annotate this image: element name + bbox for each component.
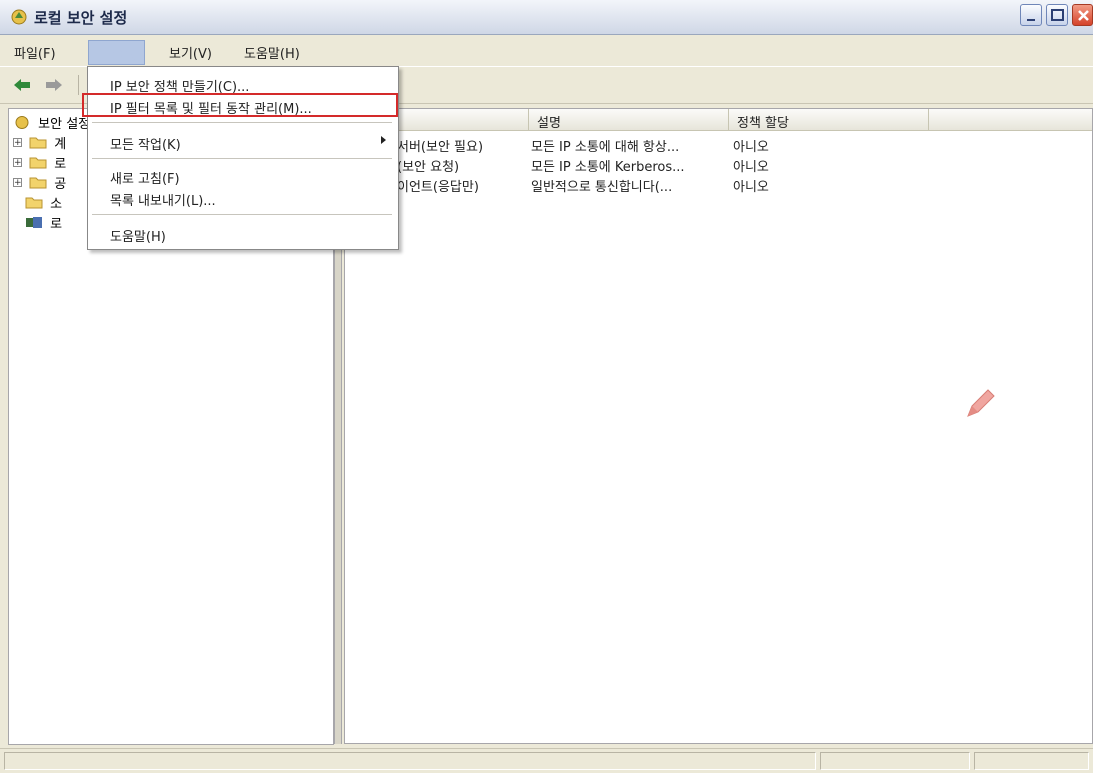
menu-separator: [92, 122, 392, 123]
tree-item-4[interactable]: 소: [25, 193, 62, 213]
row-3-name[interactable]: 이언트(응답만): [397, 176, 479, 195]
row-2-description: 모든 IP 소통에 Kerberos...: [531, 160, 685, 175]
menu-help[interactable]: 도움말(H): [238, 41, 306, 64]
menu-separator: [92, 214, 392, 215]
menu-view[interactable]: 보기(V): [163, 41, 218, 64]
menu-bar: 파일(F) 동작(A) 보기(V) 도움말(H): [0, 35, 1093, 65]
status-bar: [0, 748, 1093, 773]
status-panel-main: [4, 752, 816, 770]
tree-item-3[interactable]: + 공: [13, 173, 66, 193]
row-1-name[interactable]: 서버(보안 필요): [397, 136, 483, 155]
action-menu-dropdown: IP 보안 정책 만들기(C)... IP 필터 목록 및 필터 동작 관리(M…: [82, 66, 399, 250]
expand-toggle[interactable]: +: [13, 138, 22, 148]
folder-icon: [29, 157, 47, 169]
policy-icon: [26, 217, 42, 228]
tree-item-2[interactable]: + 로: [13, 153, 66, 173]
back-arrow-icon[interactable]: [12, 77, 32, 93]
toolbar-separator: [78, 75, 79, 95]
tree-item-label: 로: [50, 217, 63, 232]
column-header-empty: [929, 109, 1092, 131]
submenu-arrow-icon: [381, 136, 386, 144]
folder-icon: [29, 137, 47, 149]
tree-item-label: 계: [54, 137, 67, 152]
menu-file[interactable]: 파일(F): [8, 41, 62, 64]
menu-item-all-tasks-label: 모든 작업(K): [110, 138, 181, 153]
minimize-icon: [1027, 19, 1035, 21]
column-header-assigned[interactable]: 정책 할당: [729, 109, 929, 131]
tree-item-label: 보안 설정: [38, 117, 91, 132]
folder-icon: [29, 177, 47, 189]
menu-item-create-ip-policy[interactable]: IP 보안 정책 만들기(C)...: [88, 71, 396, 95]
row-1-assigned: 아니오: [733, 140, 769, 155]
menu-item-all-tasks[interactable]: 모든 작업(K): [88, 129, 396, 153]
row-2-name[interactable]: (보안 요청): [397, 156, 459, 175]
row-3-description: 일반적으로 통신합니다(...: [531, 180, 673, 195]
menu-item-manage-ip-filters[interactable]: IP 필터 목록 및 필터 동작 관리(M)...: [82, 93, 398, 117]
status-panel-3: [974, 752, 1089, 770]
tree-item-label: 공: [54, 177, 67, 192]
menu-action[interactable]: 동작(A): [88, 40, 145, 65]
menu-item-refresh[interactable]: 새로 고침(F): [88, 163, 396, 187]
maximize-icon: [1051, 9, 1064, 21]
list-pane: 이름 설명 정책 할당 서버(보안 필요) 모든 IP 소통에 대해 항상...…: [344, 108, 1093, 744]
pencil-icon: [967, 389, 995, 417]
expand-toggle[interactable]: +: [13, 178, 22, 188]
column-header-description[interactable]: 설명: [529, 109, 729, 131]
window-title: 로컬 보안 설정: [34, 9, 128, 27]
forward-arrow-icon[interactable]: [44, 77, 64, 93]
policy-icon: [15, 116, 29, 129]
close-icon: [1078, 10, 1089, 21]
maximize-button[interactable]: [1046, 4, 1068, 26]
menu-separator: [92, 158, 392, 159]
row-1-description: 모든 IP 소통에 대해 항상...: [531, 140, 680, 155]
menu-item-help[interactable]: 도움말(H): [88, 221, 396, 245]
tree-item-label: 소: [50, 197, 63, 212]
row-2-assigned: 아니오: [733, 160, 769, 175]
folder-icon: [25, 197, 43, 209]
title-bar: 로컬 보안 설정: [0, 0, 1093, 35]
tree-item-root[interactable]: 보안 설정: [13, 113, 90, 133]
close-button[interactable]: [1072, 4, 1093, 26]
tree-item-5[interactable]: 로: [25, 213, 62, 233]
tree-item-1[interactable]: + 계: [13, 133, 66, 153]
expand-toggle[interactable]: +: [13, 158, 22, 168]
status-panel-2: [820, 752, 970, 770]
minimize-button[interactable]: [1020, 4, 1042, 26]
row-3-assigned: 아니오: [733, 180, 769, 195]
app-icon: [11, 9, 27, 25]
menu-item-export-list[interactable]: 목록 내보내기(L)...: [88, 185, 396, 209]
tree-item-label: 로: [54, 157, 67, 172]
